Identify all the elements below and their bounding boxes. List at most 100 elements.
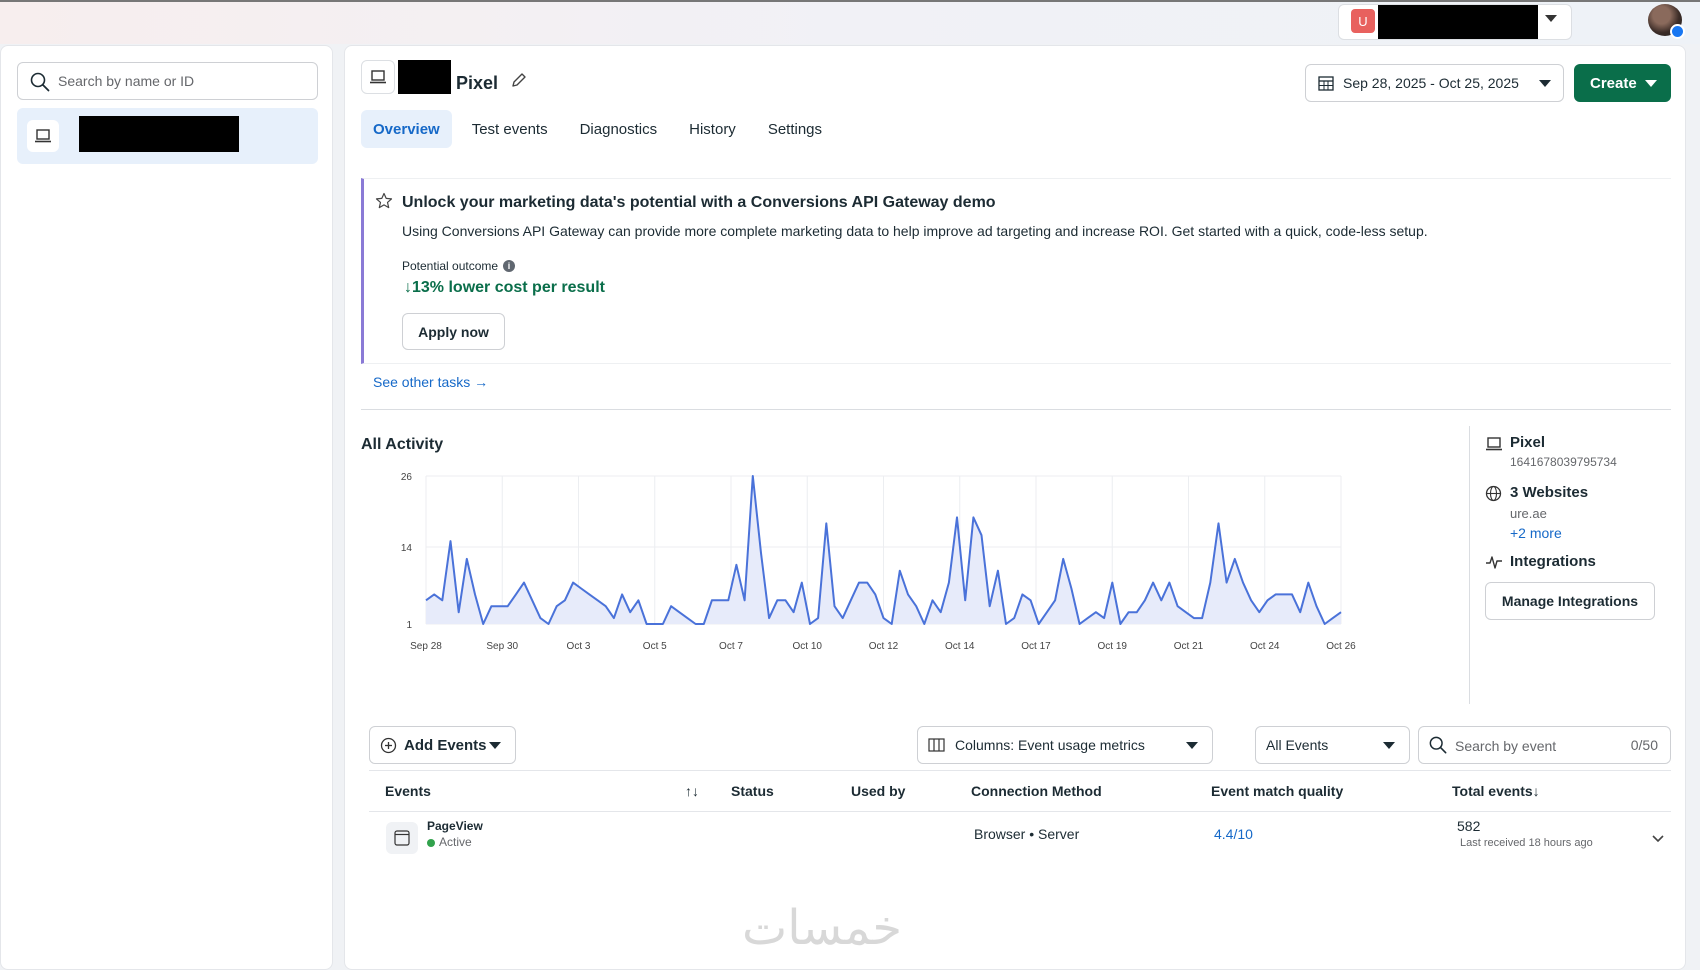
activity-point	[824, 521, 828, 525]
info-icon[interactable]: i	[503, 260, 516, 272]
x-tick-label: Oct 24	[1250, 641, 1280, 652]
add-events-label: Add Events	[404, 736, 487, 754]
chevron-down-icon[interactable]	[1651, 834, 1665, 844]
columns-dropdown[interactable]: Columns: Event usage metrics	[917, 726, 1213, 764]
see-other-label: See other tasks	[373, 374, 471, 390]
tab-diagnostics[interactable]: Diagnostics	[568, 110, 670, 148]
main-panel: Pixel Sep 28, 2025 - Oct 25, 2025 Create…	[344, 45, 1686, 970]
activity-point	[1029, 598, 1033, 602]
x-tick-label: Oct 10	[793, 641, 823, 652]
activity-point	[1339, 610, 1343, 614]
activity-point	[636, 598, 640, 602]
search-input[interactable]	[58, 71, 308, 91]
event-name[interactable]: PageView	[427, 819, 483, 833]
activity-point	[841, 616, 845, 620]
col-events: Events	[385, 783, 431, 799]
activity-point	[1241, 581, 1245, 585]
activity-point	[1208, 581, 1212, 585]
activity-point	[743, 598, 747, 602]
y-tick-label: 1	[406, 620, 412, 631]
activity-point	[538, 616, 542, 620]
activity-point	[1331, 616, 1335, 620]
col-used-by: Used by	[851, 783, 906, 799]
activity-point	[800, 581, 804, 585]
promo-title: Unlock your marketing data's potential w…	[402, 194, 996, 211]
pixel-list-item[interactable]	[17, 108, 318, 164]
pencil-icon[interactable]	[510, 71, 528, 89]
event-search-box[interactable]: 0/50	[1418, 726, 1671, 764]
left-panel	[0, 45, 333, 970]
x-tick-label: Oct 14	[945, 641, 975, 652]
activity-point	[587, 592, 591, 596]
x-tick-label: Sep 30	[486, 641, 518, 652]
activity-point	[1233, 557, 1237, 561]
total-events-value: 582	[1457, 818, 1481, 834]
activity-point	[1102, 616, 1106, 620]
activity-title: All Activity	[361, 436, 444, 453]
activity-point	[1249, 598, 1253, 602]
activity-point	[1265, 598, 1269, 602]
tab-test-events[interactable]: Test events	[460, 110, 560, 148]
event-search-input[interactable]	[1455, 736, 1605, 756]
activity-point	[1053, 598, 1057, 602]
activity-point	[563, 598, 567, 602]
promo-card: Unlock your marketing data's potential w…	[361, 178, 1671, 364]
website-domain: ure.ae	[1510, 506, 1547, 521]
activity-point	[489, 604, 493, 608]
apply-now-button[interactable]: Apply now	[402, 313, 505, 350]
activity-point	[1274, 592, 1278, 596]
summary-pixel-name: Pixel	[1510, 434, 1546, 451]
activity-point	[939, 610, 943, 614]
activity-point	[980, 533, 984, 537]
date-range-picker[interactable]: Sep 28, 2025 - Oct 25, 2025	[1305, 64, 1564, 102]
x-tick-label: Oct 17	[1021, 641, 1051, 652]
page-icon	[386, 822, 418, 854]
activity-point	[1298, 610, 1302, 614]
search-icon	[1429, 736, 1447, 754]
columns-icon	[928, 738, 945, 752]
create-button[interactable]: Create	[1574, 64, 1671, 102]
laptop-icon	[27, 120, 59, 152]
tab-overview[interactable]: Overview	[361, 110, 452, 148]
chevron-down-icon	[1545, 15, 1557, 22]
activity-point	[947, 581, 951, 585]
activity-point	[1110, 581, 1114, 585]
activity-point	[440, 598, 444, 602]
activity-point	[645, 622, 649, 626]
account-selector[interactable]: U	[1338, 4, 1572, 40]
activity-point	[1061, 557, 1065, 561]
tab-history[interactable]: History	[677, 110, 748, 148]
activity-point	[751, 474, 755, 478]
event-match-quality[interactable]: 4.4/10	[1214, 826, 1253, 842]
activity-point	[1290, 592, 1294, 596]
see-other-tasks-link[interactable]: See other tasks →	[373, 374, 488, 390]
activity-point	[767, 616, 771, 620]
more-websites-link[interactable]: +2 more	[1510, 525, 1562, 541]
add-events-button[interactable]: Add Events	[369, 726, 516, 764]
chevron-down-icon	[1383, 742, 1395, 749]
manage-integrations-button[interactable]: Manage Integrations	[1485, 582, 1655, 620]
left-search-box[interactable]	[17, 62, 318, 100]
facebook-badge-icon	[1670, 24, 1685, 39]
table-row[interactable]: PageView Active Browser • Server 4.4/10 …	[369, 816, 1671, 874]
y-tick-label: 14	[401, 543, 413, 554]
avatar[interactable]	[1648, 4, 1685, 39]
activity-point	[734, 563, 738, 567]
date-range-label: Sep 28, 2025 - Oct 25, 2025	[1343, 75, 1519, 91]
col-status: Status	[731, 783, 774, 799]
activity-point	[1282, 592, 1286, 596]
activity-point	[473, 592, 477, 596]
activity-point	[612, 616, 616, 620]
activity-point	[873, 592, 877, 596]
sort-icon[interactable]: ↑↓	[685, 783, 699, 799]
activity-point	[424, 598, 428, 602]
activity-point	[832, 604, 836, 608]
tab-settings[interactable]: Settings	[756, 110, 834, 148]
divider	[361, 409, 1671, 410]
activity-point	[457, 610, 461, 614]
activity-point	[955, 515, 959, 519]
event-filter-dropdown[interactable]: All Events	[1255, 726, 1410, 764]
y-tick-label: 26	[401, 472, 413, 483]
col-total-events[interactable]: Total events↓	[1452, 783, 1540, 799]
activity-point	[449, 539, 453, 543]
